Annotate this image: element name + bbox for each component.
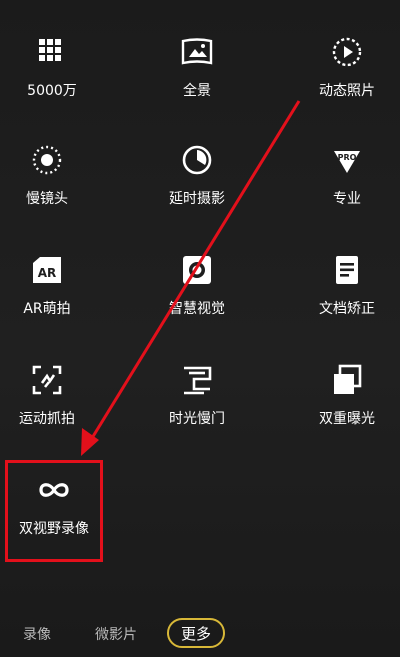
motion-capture-icon (27, 360, 67, 400)
grid-icon (32, 32, 72, 72)
mode-label: 慢镜头 (26, 191, 68, 207)
mode-label: 文档矫正 (319, 301, 375, 317)
mode-slow-motion[interactable]: 慢镜头 (0, 140, 107, 230)
smart-vision-icon (177, 250, 217, 290)
tab-more[interactable]: 更多 (167, 618, 225, 648)
mode-label: 智慧视觉 (169, 301, 225, 317)
mode-time-lapse[interactable]: 延时摄影 (137, 140, 257, 230)
mode-pro[interactable]: PRO 专业 (287, 140, 400, 230)
mode-label: AR萌拍 (23, 301, 71, 317)
mode-label: 时光慢门 (169, 411, 225, 427)
double-exposure-icon (327, 360, 367, 400)
svg-text:AR: AR (38, 266, 57, 280)
light-painting-icon (177, 360, 217, 400)
mode-label: 动态照片 (319, 83, 375, 99)
mode-ar[interactable]: AR AR萌拍 (0, 250, 107, 340)
mode-document[interactable]: 文档矫正 (287, 250, 400, 340)
tab-video[interactable]: 录像 (23, 624, 51, 644)
mode-smart-vision[interactable]: 智慧视觉 (137, 250, 257, 340)
document-icon (327, 250, 367, 290)
mode-motion-capture[interactable]: 运动抓拍 (0, 360, 107, 450)
mode-light-painting[interactable]: 时光慢门 (137, 360, 257, 450)
mode-moving-picture[interactable]: 动态照片 (287, 32, 400, 122)
bottom-mode-bar: 录像 微影片 更多 (0, 608, 400, 657)
moving-picture-icon (327, 32, 367, 72)
mode-label: 运动抓拍 (19, 411, 75, 427)
mode-label: 延时摄影 (169, 191, 225, 207)
highlight-box (5, 460, 103, 562)
mode-label: 双重曝光 (319, 411, 375, 427)
time-lapse-icon (177, 140, 217, 180)
mode-panorama[interactable]: 全景 (137, 32, 257, 122)
mode-5000w[interactable]: 5000万 (0, 32, 112, 122)
tab-micro-film[interactable]: 微影片 (95, 624, 137, 644)
slow-motion-icon (27, 140, 67, 180)
mode-label: 全景 (183, 83, 211, 99)
mode-double-exposure[interactable]: 双重曝光 (287, 360, 400, 450)
panorama-icon (177, 32, 217, 72)
ar-icon: AR (27, 250, 67, 290)
svg-text:PRO: PRO (338, 153, 357, 162)
mode-label: 5000万 (27, 83, 77, 99)
pro-icon: PRO (327, 140, 367, 180)
mode-label: 专业 (333, 191, 361, 207)
